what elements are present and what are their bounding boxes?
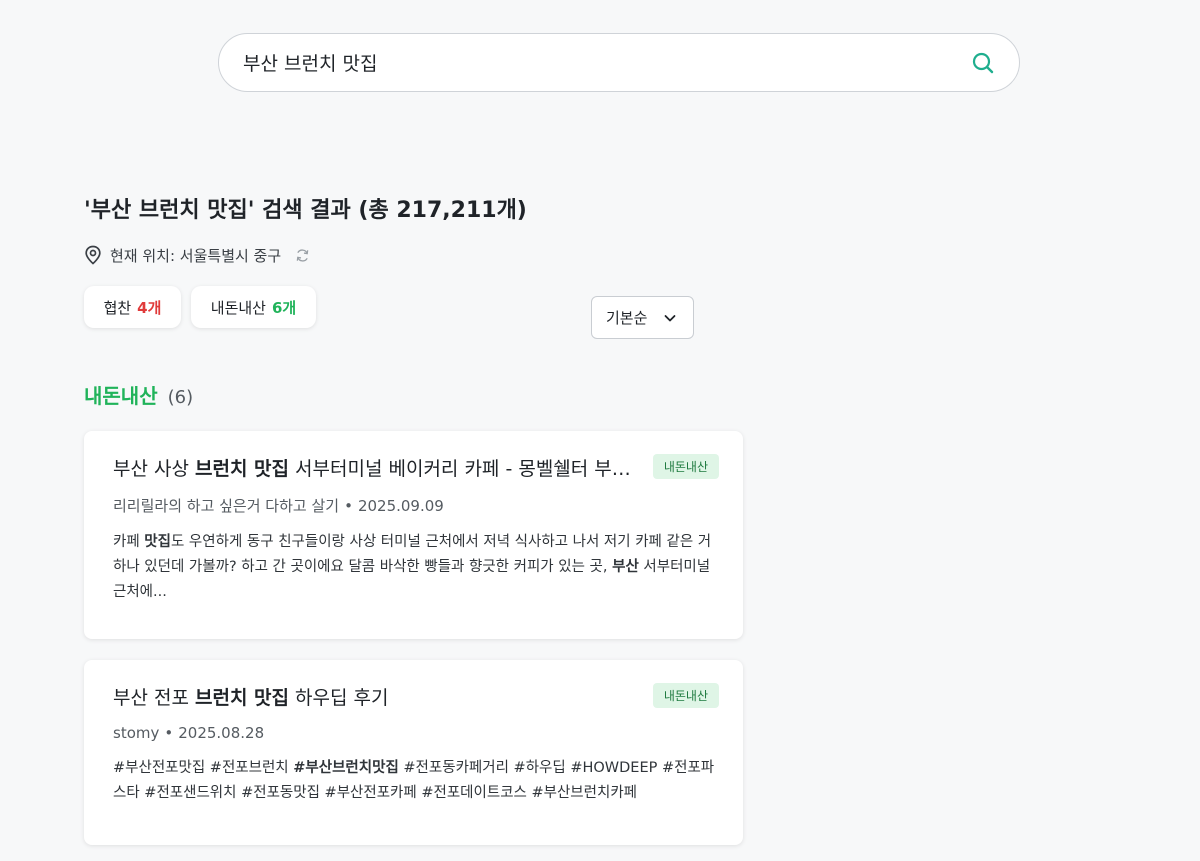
search-input[interactable] bbox=[243, 51, 969, 74]
meta-separator: • bbox=[164, 724, 174, 742]
result-card[interactable]: 부산 사상 브런치 맛집 서부터미널 베이커리 카페 - 몽벨쉘터 부산 사상점… bbox=[84, 431, 743, 639]
section-count: (6) bbox=[167, 387, 194, 408]
filter-chip-count: 4개 bbox=[137, 298, 162, 317]
filter-chip-self-paid[interactable]: 내돈내산 6개 bbox=[191, 286, 316, 328]
snippet-highlight: #부산브런치맛집 bbox=[293, 760, 399, 776]
card-title-text: 부산 전포 bbox=[113, 687, 195, 709]
card-title-text: 서부터미널 베이커리 카페 - 몽벨쉘터 부산 사상점 bbox=[295, 458, 633, 480]
filter-chip-label: 협찬 bbox=[103, 298, 132, 317]
card-snippet: 카페 맛집도 우연하게 동구 친구들이랑 사상 터미널 근처에서 저녁 식사하고… bbox=[113, 530, 721, 605]
sort-selected-label: 기본순 bbox=[606, 309, 648, 327]
location-pin-icon bbox=[85, 245, 101, 265]
refresh-location-button[interactable] bbox=[295, 248, 310, 263]
card-meta: 리리릴라의 하고 싶은거 다하고 살기 • 2025.09.09 bbox=[113, 495, 719, 516]
chevron-down-icon bbox=[664, 314, 676, 321]
snippet-highlight: 맛집 bbox=[144, 534, 171, 550]
snippet-text: 카페 bbox=[113, 534, 145, 550]
card-title-highlight: 브런치 맛집 bbox=[195, 687, 290, 709]
search-bar bbox=[218, 33, 1020, 92]
location-row: 현재 위치: 서울특별시 중구 bbox=[84, 244, 310, 266]
card-author: stomy bbox=[113, 724, 160, 742]
card-date: 2025.08.28 bbox=[178, 724, 265, 742]
results-title: '부산 브런치 맛집' 검색 결과 (총 217,211개) bbox=[84, 198, 527, 223]
meta-separator: • bbox=[344, 497, 353, 515]
filter-chip-count: 6개 bbox=[271, 298, 297, 317]
snippet-highlight: 부산 bbox=[612, 559, 639, 575]
page: '부산 브런치 맛집' 검색 결과 (총 217,211개) 현재 위치: 서울… bbox=[0, 0, 1200, 861]
result-card[interactable]: 부산 전포 브런치 맛집 하우딥 후기 내돈내산 stomy • 2025.08.2… bbox=[84, 660, 743, 845]
snippet-text: #부산전포맛집 #전포브런치 bbox=[113, 760, 294, 776]
filter-chip-label: 내돈내산 bbox=[210, 298, 266, 317]
refresh-icon bbox=[296, 248, 309, 262]
location-text: 현재 위치: 서울특별시 중구 bbox=[110, 246, 282, 265]
card-title-text: 부산 사상 bbox=[113, 458, 195, 480]
search-icon bbox=[972, 52, 994, 73]
card-title-text: 하우딥 후기 bbox=[289, 687, 389, 709]
card-date: 2025.09.09 bbox=[357, 497, 444, 515]
review-type-badge: 내돈내산 bbox=[652, 454, 719, 479]
filter-chip-sponsored[interactable]: 협찬 4개 bbox=[84, 286, 181, 328]
search-button[interactable] bbox=[969, 49, 997, 77]
card-author: 리리릴라의 하고 싶은거 다하고 살기 bbox=[113, 497, 340, 515]
section-header: 내돈내산 (6) bbox=[84, 380, 193, 409]
sort-dropdown[interactable]: 기본순 bbox=[591, 296, 694, 339]
card-title[interactable]: 부산 전포 브런치 맛집 하우딥 후기 bbox=[113, 684, 633, 712]
card-title-highlight: 브런치 맛집 bbox=[195, 458, 290, 480]
review-type-badge: 내돈내산 bbox=[652, 683, 719, 708]
section-title: 내돈내산 bbox=[84, 384, 158, 408]
card-title[interactable]: 부산 사상 브런치 맛집 서부터미널 베이커리 카페 - 몽벨쉘터 부산 사상점 bbox=[113, 455, 633, 483]
card-snippet: #부산전포맛집 #전포브런치 #부산브런치맛집 #전포동카페거리 #하우딥 #H… bbox=[113, 756, 721, 806]
card-meta: stomy • 2025.08.28 bbox=[113, 724, 719, 742]
